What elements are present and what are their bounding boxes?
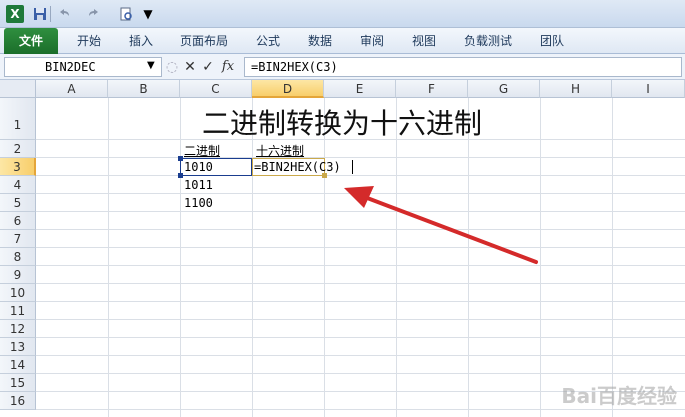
redo-icon[interactable]	[86, 5, 102, 23]
quick-access-toolbar: X ▼	[0, 0, 685, 28]
formula-bar: BIN2DEC ▼ ◌ ✕ ✓ fx =BIN2HEX(C3)	[0, 54, 685, 80]
tab-file[interactable]: 文件	[4, 28, 58, 54]
tab-home[interactable]: 开始	[64, 28, 114, 54]
cancel-icon[interactable]: ✕	[182, 57, 198, 77]
tab-page-layout[interactable]: 页面布局	[172, 28, 236, 54]
formula-bar-grip-icon: ◌	[165, 59, 179, 75]
tab-view[interactable]: 视图	[400, 28, 448, 54]
name-box[interactable]: BIN2DEC	[4, 57, 162, 77]
print-preview-icon[interactable]	[118, 5, 134, 23]
worksheet[interactable]: A B C D E F G H I 1 2 3 4 5 6 7 8 9 10 1…	[0, 80, 685, 417]
insert-function-icon[interactable]: fx	[220, 57, 236, 77]
save-icon[interactable]	[32, 5, 48, 23]
tab-formulas[interactable]: 公式	[244, 28, 292, 54]
customize-qat-icon[interactable]: ▼	[142, 5, 154, 23]
tab-insert[interactable]: 插入	[116, 28, 166, 54]
baidu-watermark: Bai百度经验	[561, 384, 677, 408]
enter-icon[interactable]: ✓	[200, 57, 216, 77]
tab-review[interactable]: 审阅	[348, 28, 396, 54]
annotation-arrow	[344, 186, 538, 264]
tab-team[interactable]: 团队	[528, 28, 576, 54]
tab-data[interactable]: 数据	[296, 28, 344, 54]
ribbon-tabs: 文件 开始 插入 页面布局 公式 数据 审阅 视图 负载测试 团队	[0, 28, 685, 54]
name-box-dropdown-icon[interactable]: ▼	[147, 60, 155, 71]
tab-load-test[interactable]: 负载测试	[454, 28, 522, 54]
excel-icon: X	[6, 5, 24, 23]
formula-input[interactable]: =BIN2HEX(C3)	[244, 57, 682, 77]
undo-icon[interactable]	[56, 5, 72, 23]
